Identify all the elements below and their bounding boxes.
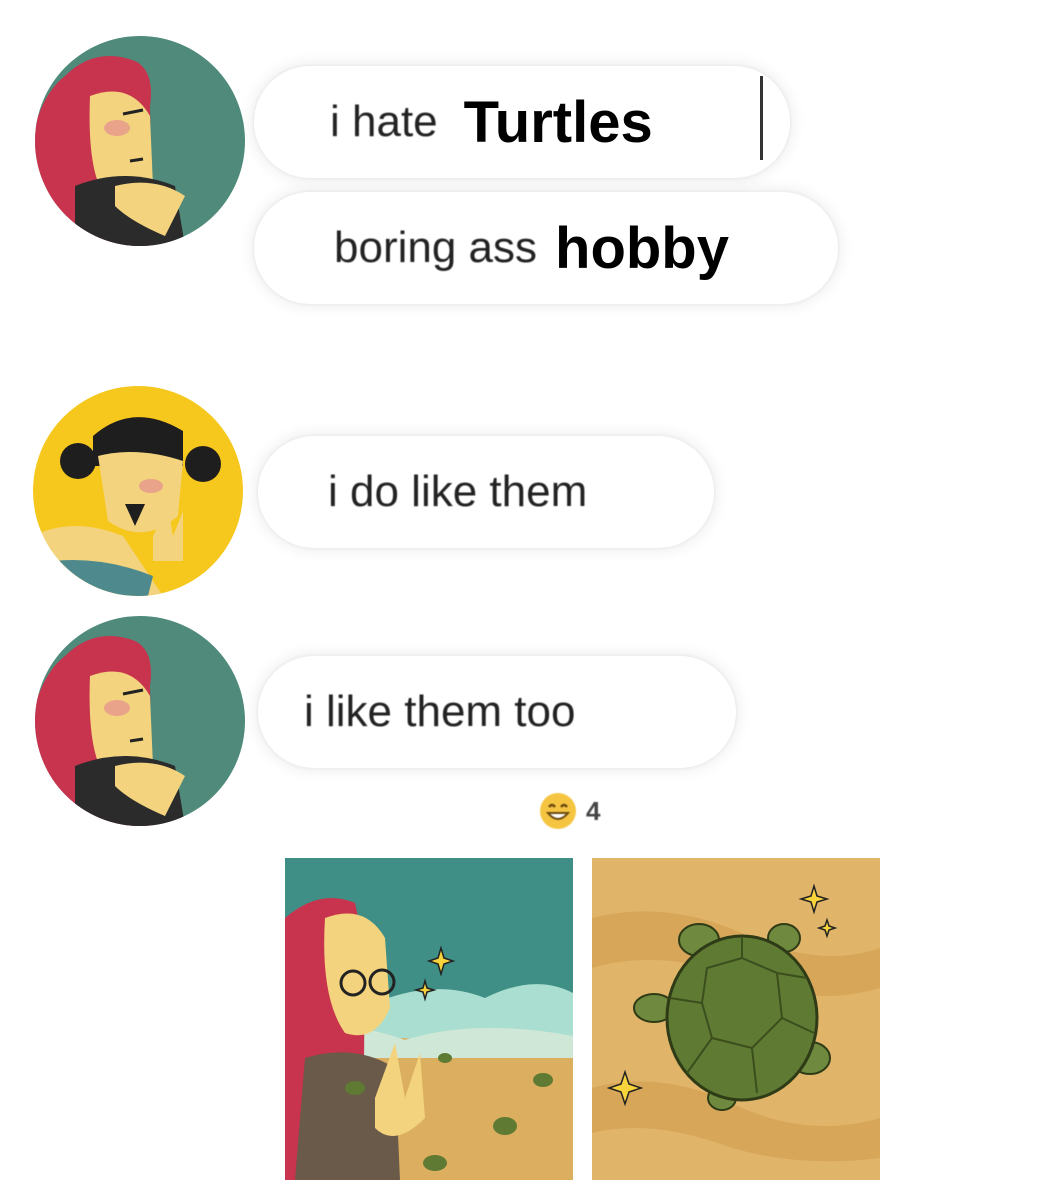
message-bubble: i like them too bbox=[258, 656, 736, 768]
avatar-black-hair[interactable] bbox=[33, 386, 243, 596]
comic-panel-beach bbox=[285, 858, 573, 1180]
reaction-badge[interactable]: 4 bbox=[538, 790, 600, 832]
message-text: i like them too bbox=[304, 687, 576, 736]
beach-illustration bbox=[285, 858, 573, 1180]
avatar-red-hair[interactable] bbox=[35, 36, 245, 246]
message-bubble: i do like them bbox=[258, 436, 714, 548]
reaction-count: 4 bbox=[586, 795, 601, 826]
turtle-illustration bbox=[592, 858, 880, 1180]
avatar-red-hair-illustration bbox=[35, 36, 245, 246]
message-bubble: boring ass hobby bbox=[254, 192, 838, 304]
avatar-red-hair[interactable] bbox=[35, 616, 245, 826]
message-emphasis-text: hobby bbox=[555, 215, 729, 281]
avatar-black-hair-illustration bbox=[33, 386, 243, 596]
avatar-red-hair-illustration bbox=[35, 616, 245, 826]
grinning-emoji-icon bbox=[540, 793, 576, 829]
message-text: boring ass bbox=[334, 223, 538, 272]
message-text: i hate bbox=[330, 97, 438, 146]
message-text: i do like them bbox=[328, 467, 588, 516]
text-cursor bbox=[760, 76, 763, 160]
message-bubble: i hate Turtles bbox=[254, 66, 790, 178]
message-emphasis-text: Turtles bbox=[463, 89, 653, 155]
comic-panel-turtle bbox=[592, 858, 880, 1180]
